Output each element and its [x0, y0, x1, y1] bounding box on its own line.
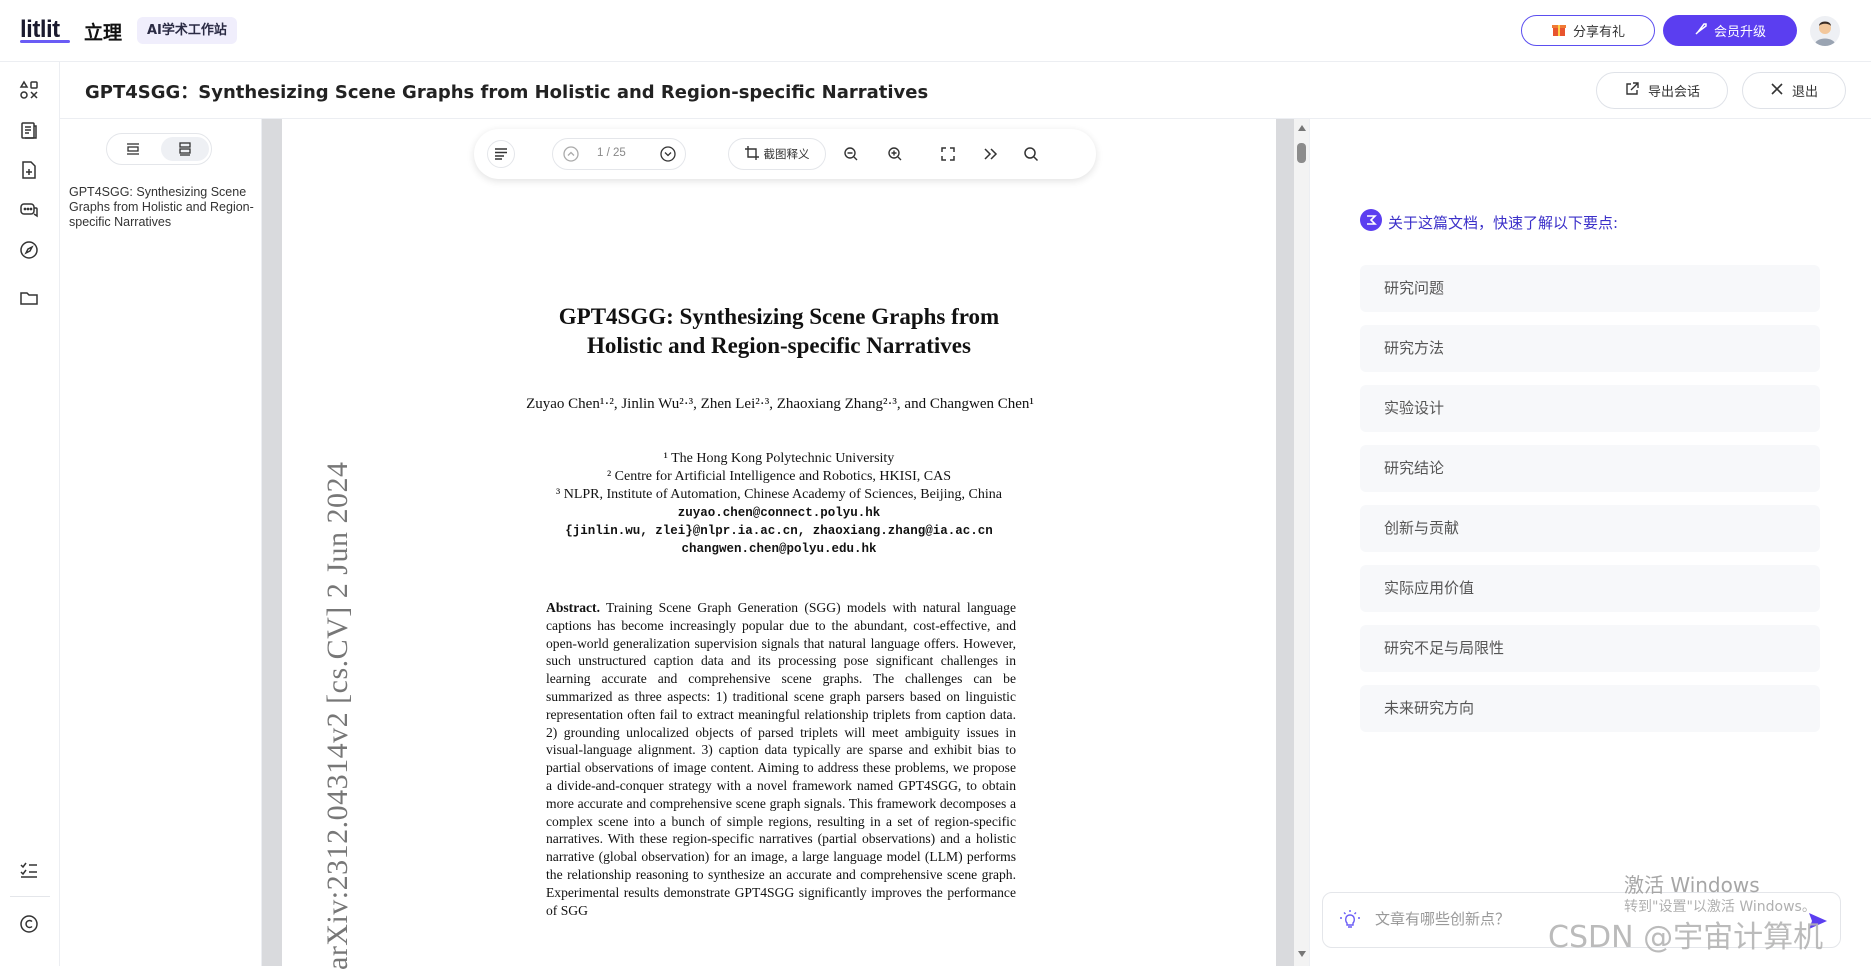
user-avatar[interactable]: [1810, 16, 1840, 46]
pdf-left-gutter: [262, 119, 282, 966]
page-navigator: 1 / 25: [552, 138, 686, 170]
paper-authors: Zuyao Chen¹·², Jinlin Wu²·³, Zhen Lei²·³…: [526, 396, 1034, 412]
zoom-out-icon[interactable]: [840, 143, 862, 165]
ai-assistant-icon: [1360, 209, 1382, 235]
member-upgrade-label: 会员升级: [1713, 25, 1766, 40]
windows-activation-watermark: 激活 Windows: [1624, 873, 1760, 897]
brand-name: 立理: [84, 22, 123, 44]
export-icon: [1624, 81, 1640, 101]
scroll-view-button[interactable]: [161, 137, 209, 161]
double-chevron-right-icon[interactable]: [979, 143, 1001, 165]
key-point-item[interactable]: 实际应用价值: [1360, 565, 1820, 612]
screenshot-explain-button[interactable]: 截图释义: [728, 138, 826, 170]
scroll-thumb[interactable]: [1297, 143, 1306, 163]
gift-icon: [1551, 21, 1567, 41]
pdf-scrollbar[interactable]: [1294, 119, 1310, 966]
paper-abstract: Abstract. Training Scene Graph Generatio…: [546, 599, 1016, 919]
key-point-item[interactable]: 研究问题: [1360, 265, 1820, 312]
zoom-in-icon[interactable]: [884, 143, 906, 165]
close-icon: [1770, 82, 1784, 100]
abstract-label: Abstract.: [546, 600, 600, 615]
add-file-icon[interactable]: [17, 158, 41, 182]
export-session-button[interactable]: 导出会话: [1596, 72, 1728, 109]
screenshot-explain-label: 截图释义: [763, 147, 810, 161]
document-title: GPT4SGG：Synthesizing Scene Graphs from H…: [85, 82, 929, 103]
key-points-panel: 关于这篇文档，快速了解以下要点: 研究问题 研究方法 实验设计 研究结论 创新与…: [1310, 119, 1871, 966]
export-session-label: 导出会话: [1647, 85, 1700, 100]
pdf-right-gutter: [1276, 119, 1294, 966]
paper-affiliation-2: ² Centre for Artificial Intelligence and…: [606, 469, 951, 484]
paper-email-1: zuyao.chen@connect.polyu.hk: [677, 506, 881, 520]
arxiv-stamp: arXiv:2312.04314v2 [cs.CV] 2 Jun 2024: [321, 461, 354, 970]
next-page-icon[interactable]: [660, 146, 676, 162]
outline-toggle-button[interactable]: [487, 140, 515, 168]
scroll-up-icon[interactable]: [1298, 125, 1306, 131]
abstract-text: Training Scene Graph Generation (SGG) mo…: [546, 600, 1016, 918]
single-page-view-button[interactable]: [111, 137, 155, 161]
paper-email-3: changwen.chen@polyu.edu.hk: [681, 542, 877, 556]
key-point-item[interactable]: 研究不足与局限性: [1360, 625, 1820, 672]
key-point-item[interactable]: 实验设计: [1360, 385, 1820, 432]
csdn-watermark: CSDN @宇宙计算机: [1548, 920, 1824, 955]
key-point-item[interactable]: 未来研究方向: [1360, 685, 1820, 732]
search-icon[interactable]: [1020, 143, 1042, 165]
rocket-icon: [1694, 22, 1708, 40]
key-points-heading: 关于这篇文档，快速了解以下要点:: [1360, 209, 1618, 235]
compass-icon[interactable]: [17, 238, 41, 262]
paper-affiliation-3: ³ NLPR, Institute of Automation, Chinese…: [556, 487, 1002, 502]
key-point-item[interactable]: 研究方法: [1360, 325, 1820, 372]
apps-icon[interactable]: [17, 78, 41, 102]
member-upgrade-button[interactable]: 会员升级: [1663, 15, 1797, 46]
share-gift-label: 分享有礼: [1572, 25, 1625, 40]
top-bar: litlit 立理 AI学术工作站 分享有礼 会员升级: [0, 0, 1871, 62]
rail-divider: [10, 896, 50, 897]
key-point-item[interactable]: 研究结论: [1360, 445, 1820, 492]
outline-item[interactable]: GPT4SGG: Synthesizing Scene Graphs from …: [69, 185, 259, 230]
exit-label: 退出: [1791, 85, 1818, 100]
folder-icon[interactable]: [17, 286, 41, 310]
crop-icon: [744, 145, 759, 163]
prev-page-icon[interactable]: [563, 146, 579, 162]
document-icon[interactable]: [17, 118, 41, 142]
view-toggle: [106, 133, 212, 165]
share-gift-button[interactable]: 分享有礼: [1521, 15, 1655, 46]
ai-workstation-badge: AI学术工作站: [137, 17, 237, 44]
paper-title: GPT4SGG: Synthesizing Scene Graphs from …: [282, 302, 1276, 360]
fullscreen-icon[interactable]: [937, 143, 959, 165]
paper-title-line1: GPT4SGG: Synthesizing Scene Graphs from: [558, 304, 1000, 329]
paper-email-2: {jinlin.wu, zlei}@nlpr.ia.ac.cn, zhaoxia…: [565, 524, 993, 538]
pdf-toolbar: 1 / 25 截图释义: [474, 129, 1096, 179]
chat-icon[interactable]: [17, 198, 41, 222]
document-header: GPT4SGG：Synthesizing Scene Graphs from H…: [60, 62, 1871, 119]
scroll-down-icon[interactable]: [1298, 951, 1306, 957]
checklist-icon[interactable]: [17, 858, 41, 882]
copyright-icon[interactable]: [17, 912, 41, 936]
logo-underline: [20, 40, 70, 43]
paper-affiliation-1: ¹ The Hong Kong Polytechnic University: [663, 451, 895, 466]
left-rail: [0, 62, 60, 966]
key-point-item[interactable]: 创新与贡献: [1360, 505, 1820, 552]
lightbulb-icon: [1339, 909, 1361, 936]
key-points-heading-text: 关于这篇文档，快速了解以下要点:: [1388, 213, 1619, 232]
outline-panel: GPT4SGG: Synthesizing Scene Graphs from …: [60, 119, 262, 966]
page-indicator[interactable]: 1 / 25: [597, 147, 626, 159]
paper-title-line2: Holistic and Region-specific Narratives: [587, 333, 971, 358]
exit-button[interactable]: 退出: [1742, 72, 1846, 109]
